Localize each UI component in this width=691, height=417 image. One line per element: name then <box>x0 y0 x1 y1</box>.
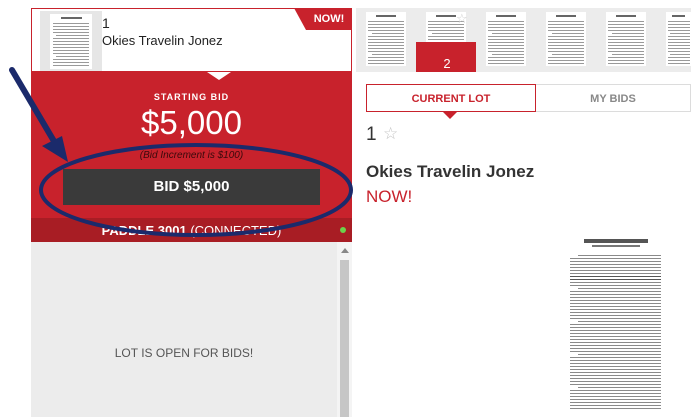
now-badge-label: NOW! <box>306 8 352 30</box>
bid-panel: STARTING BID $5,000 (Bid Increment is $1… <box>31 72 352 242</box>
lot-tabs: CURRENT LOT MY BIDS <box>366 84 691 119</box>
lot-thumbnail-image <box>50 14 92 69</box>
active-tab-pointer <box>443 112 457 119</box>
scrollbar-thumb[interactable] <box>340 260 349 417</box>
strip-lot-thumb[interactable] <box>656 8 691 72</box>
starting-bid-amount: $5,000 <box>141 104 242 141</box>
lot-thumbnail-image <box>366 12 406 66</box>
current-lot-name: Okies Travelin Jonez <box>102 33 223 48</box>
lot-thumbnail-image <box>486 12 526 66</box>
pedigree-page-title-bar <box>584 239 648 243</box>
lot-detail-status: NOW! <box>366 187 413 206</box>
lot-thumbnail-image <box>666 12 691 66</box>
pedigree-page-image[interactable] <box>564 233 667 417</box>
tab-my-bids-label: MY BIDS <box>590 93 636 105</box>
now-badge: NOW! <box>294 8 352 30</box>
pedigree-page-subtitle-bar <box>592 245 640 247</box>
star-outline-icon[interactable]: ☆ <box>383 124 398 144</box>
bid-increment-text: (Bid Increment is $100) <box>139 150 244 161</box>
tab-my-bids[interactable]: MY BIDS <box>536 84 691 112</box>
tab-current-lot-label: CURRENT LOT <box>411 93 491 105</box>
bid-history-area: LOT IS OPEN FOR BIDS! <box>31 242 337 417</box>
strip-lot-thumb[interactable] <box>476 8 538 72</box>
strip-lot-number: 2 <box>443 56 451 71</box>
starting-bid-label: STARTING BID <box>153 92 230 102</box>
strip-lot-thumb[interactable] <box>536 8 598 72</box>
lot-detail-name: Okies Travelin Jonez <box>366 162 535 181</box>
paddle-status-bar: PADDLE 3001 (CONNECTED) <box>31 218 352 242</box>
lot-detail-number: 1 <box>366 124 377 145</box>
lot-thumbnail-frame <box>40 11 102 71</box>
bid-button[interactable]: BID $5,000 <box>63 169 320 205</box>
paddle-status-text: PADDLE 3001 (CONNECTED) <box>31 223 352 238</box>
strip-lot-thumb[interactable] <box>596 8 658 72</box>
strip-lot-thumb[interactable] <box>356 8 418 72</box>
connection-status-dot-icon <box>340 227 346 233</box>
panel-pointer <box>207 72 231 80</box>
lot-open-message: LOT IS OPEN FOR BIDS! <box>114 346 254 360</box>
tab-current-lot[interactable]: CURRENT LOT <box>366 84 536 119</box>
current-lot-card[interactable]: 1 Okies Travelin Jonez NOW! <box>31 8 352 72</box>
lot-thumbnail-image <box>606 12 646 66</box>
connection-status-label: (CONNECTED) <box>190 223 282 238</box>
paddle-number: PADDLE 3001 <box>101 223 187 238</box>
current-lot-number: 1 <box>102 15 110 31</box>
bid-history-scrollbar[interactable] <box>337 242 352 417</box>
lot-thumbnail-image <box>546 12 586 66</box>
strip-lot-thumb-active[interactable]: ☆ 2 <box>416 8 478 72</box>
scroll-up-arrow-icon[interactable] <box>341 248 349 253</box>
star-outline-icon[interactable]: ☆ <box>456 11 468 27</box>
